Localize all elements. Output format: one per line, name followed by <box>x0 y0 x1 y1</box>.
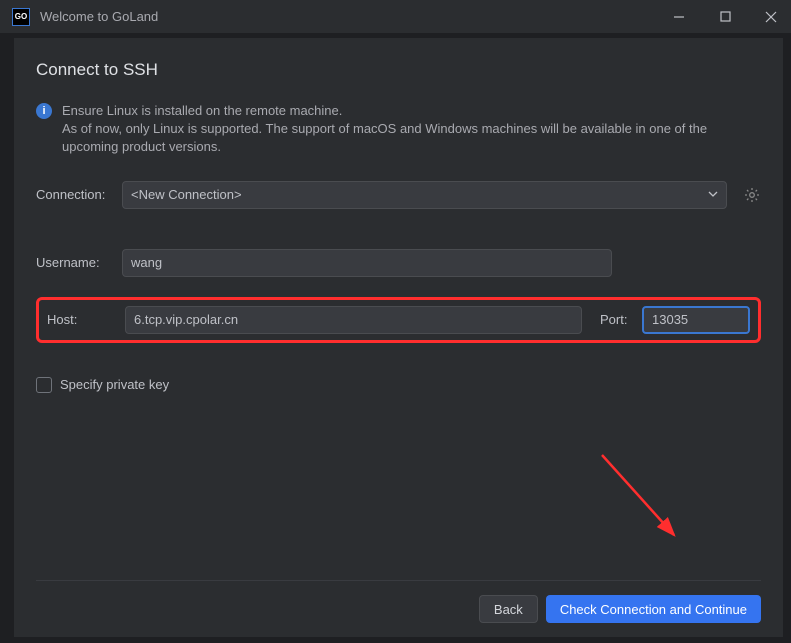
ssh-dialog: Connect to SSH i Ensure Linux is install… <box>14 38 783 637</box>
connection-label: Connection: <box>36 187 114 202</box>
connection-select[interactable]: <New Connection> <box>122 181 727 209</box>
specify-key-row: Specify private key <box>36 377 761 393</box>
connection-value: <New Connection> <box>131 187 242 202</box>
minimize-icon[interactable] <box>671 9 687 25</box>
specify-key-checkbox[interactable] <box>36 377 52 393</box>
background-sidebar <box>0 34 14 643</box>
annotation-arrow <box>594 447 694 557</box>
username-row: Username: <box>36 249 761 277</box>
info-banner: i Ensure Linux is installed on the remot… <box>36 102 761 157</box>
maximize-icon[interactable] <box>717 9 733 25</box>
specify-key-label: Specify private key <box>60 377 169 392</box>
check-connection-button[interactable]: Check Connection and Continue <box>546 595 761 623</box>
info-line-1: Ensure Linux is installed on the remote … <box>62 103 342 118</box>
port-input[interactable] <box>642 306 750 334</box>
titlebar: GO Welcome to GoLand <box>0 0 791 34</box>
port-label: Port: <box>600 312 634 327</box>
port-field[interactable] <box>652 312 740 327</box>
window-title: Welcome to GoLand <box>40 9 671 24</box>
username-field[interactable] <box>131 255 603 270</box>
host-label: Host: <box>47 312 117 327</box>
close-icon[interactable] <box>763 9 779 25</box>
host-input[interactable] <box>125 306 582 334</box>
connection-row: Connection: <New Connection> <box>36 181 761 209</box>
info-line-2: As of now, only Linux is supported. The … <box>62 121 707 154</box>
dialog-footer: Back Check Connection and Continue <box>36 580 761 623</box>
app-logo: GO <box>12 8 30 26</box>
back-button[interactable]: Back <box>479 595 538 623</box>
host-port-highlight: Host: Port: <box>36 297 761 343</box>
info-icon: i <box>36 103 52 119</box>
chevron-down-icon <box>708 187 718 202</box>
gear-icon[interactable] <box>743 186 761 204</box>
dialog-heading: Connect to SSH <box>36 60 761 80</box>
username-input[interactable] <box>122 249 612 277</box>
info-text: Ensure Linux is installed on the remote … <box>62 102 761 157</box>
username-label: Username: <box>36 255 114 270</box>
host-field[interactable] <box>134 312 573 327</box>
